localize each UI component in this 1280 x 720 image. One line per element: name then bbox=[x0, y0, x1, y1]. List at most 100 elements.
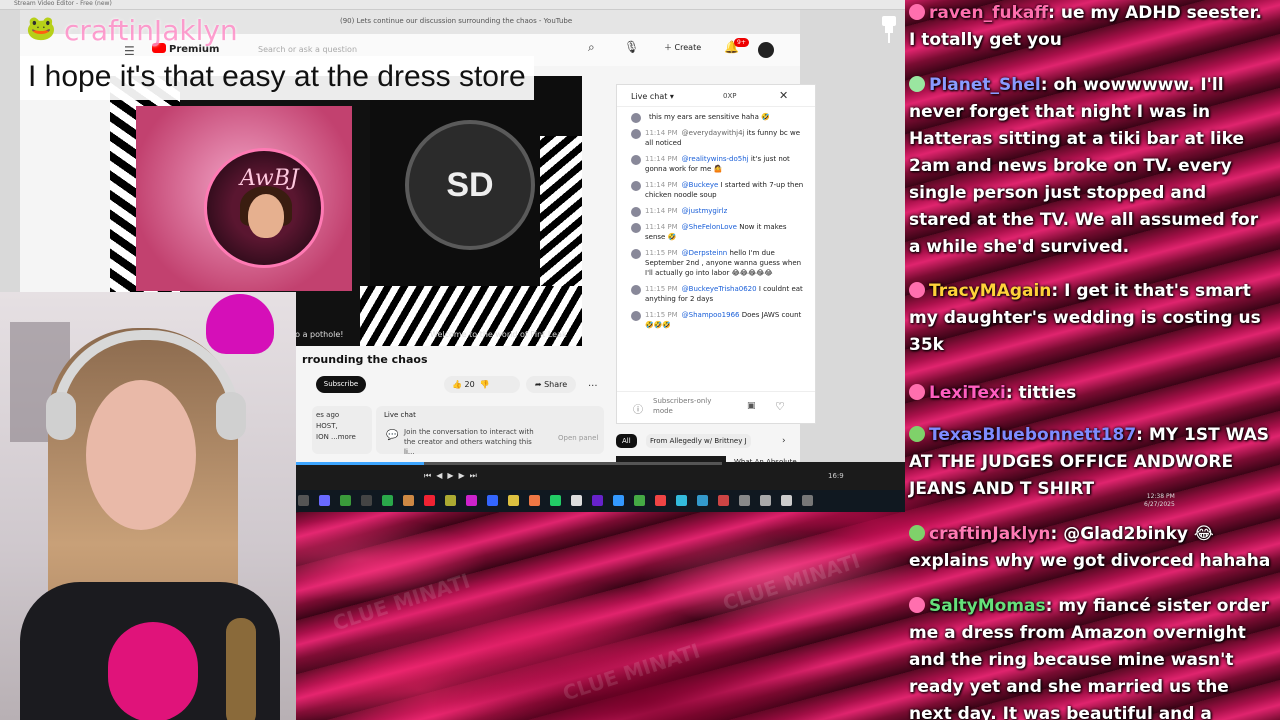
message-time: 11:14 PM bbox=[645, 129, 678, 137]
sd-logo-text: SD bbox=[446, 165, 494, 204]
taskbar-app-icon[interactable] bbox=[445, 495, 456, 506]
message-user[interactable]: @everydaywithj4j bbox=[682, 129, 745, 137]
taskbar-app-icon[interactable] bbox=[676, 495, 687, 506]
microphone-icon[interactable]: 🎙 bbox=[624, 40, 639, 54]
chip-all[interactable]: All bbox=[616, 434, 637, 448]
taskbar-app-icon[interactable] bbox=[739, 495, 750, 506]
user-avatar bbox=[631, 311, 641, 321]
chip-allegedly[interactable]: From Allegedly w/ Brittney J bbox=[646, 434, 751, 448]
recommendation-chips: All From Allegedly w/ Brittney J › bbox=[616, 434, 816, 450]
info-icon[interactable]: ⓘ bbox=[633, 401, 643, 416]
awbj-panel: AwBJ bbox=[136, 106, 352, 291]
notification-badge: 9+ bbox=[734, 38, 749, 47]
message-time: 11:14 PM bbox=[645, 223, 678, 231]
message-time: 11:14 PM bbox=[645, 155, 678, 163]
chat-username[interactable]: TracyMAgain bbox=[929, 281, 1051, 301]
taskbar-app-icon[interactable] bbox=[571, 495, 582, 506]
user-badge-icon bbox=[909, 426, 925, 442]
chat-message: TexasBluebonnett187: MY 1ST WAS AT THE J… bbox=[909, 422, 1273, 503]
taskbar-app-icon[interactable] bbox=[319, 495, 330, 506]
live-chat-message: 11:15 PM @BuckeyeTrisha0620 I couldnt eat… bbox=[617, 281, 815, 307]
live-chat-title[interactable]: Live chat ▾ bbox=[631, 92, 674, 101]
chat-username[interactable]: TexasBluebonnett187 bbox=[929, 425, 1136, 445]
chat-username[interactable]: raven_fukaff bbox=[929, 3, 1048, 23]
user-avatar bbox=[631, 207, 641, 217]
live-chat-message: 11:15 PM @Derpsteinn hello I'm due Septem… bbox=[617, 245, 815, 281]
taskbar-app-icon[interactable] bbox=[655, 495, 666, 506]
live-chat-message: 11:14 PM @realitywins-do5hj it's just not… bbox=[617, 151, 815, 177]
share-icon: ➦ bbox=[534, 380, 542, 389]
progress-bar[interactable] bbox=[296, 462, 722, 465]
message-time: 11:15 PM bbox=[645, 285, 678, 293]
message-user[interactable]: @Derpsteinn bbox=[682, 249, 728, 257]
taskbar-app-icon[interactable] bbox=[298, 495, 309, 506]
live-chat-footer: ⓘ Subscribers-only mode ▣ ♡ bbox=[617, 391, 815, 423]
chat-username[interactable]: LexiTexi bbox=[929, 383, 1006, 403]
taskbar-app-icon[interactable] bbox=[361, 495, 372, 506]
browser-tab[interactable]: (90) Lets continue our discussion surrou… bbox=[340, 17, 572, 25]
taskbar-app-icon[interactable] bbox=[718, 495, 729, 506]
sd-avatar-circle: SD bbox=[405, 120, 535, 250]
microphone-cover bbox=[108, 622, 198, 720]
live-chat-card: Live chat 💬 Join the conversation to int… bbox=[376, 406, 604, 456]
live-chat-card-title: Live chat bbox=[384, 411, 416, 419]
awbj-logo-text: AwBJ bbox=[240, 166, 299, 191]
live-chat-header: Live chat ▾ 0XP ✕ bbox=[617, 85, 815, 107]
headphone-ear-right bbox=[216, 392, 246, 440]
taskbar-app-icon[interactable] bbox=[550, 495, 561, 506]
taskbar-app-icon[interactable] bbox=[424, 495, 435, 506]
chevron-right-icon[interactable]: › bbox=[782, 436, 786, 446]
share-label: Share bbox=[544, 380, 568, 389]
taskbar-app-icon[interactable] bbox=[592, 495, 603, 506]
taskbar-app-icon[interactable] bbox=[508, 495, 519, 506]
taskbar-app-icon[interactable] bbox=[634, 495, 645, 506]
user-badge-icon bbox=[909, 4, 925, 20]
share-button[interactable]: ➦ Share bbox=[526, 376, 576, 393]
chat-username[interactable]: SaltyMomas bbox=[929, 596, 1046, 616]
chat-text: : titties bbox=[1005, 383, 1077, 403]
message-user[interactable]: @justmygirlz bbox=[682, 207, 728, 215]
aspect-ratio-label[interactable]: 16:9 bbox=[828, 472, 844, 480]
more-options-button[interactable]: ... bbox=[588, 378, 598, 389]
webcam-feed bbox=[0, 292, 296, 720]
account-avatar[interactable] bbox=[758, 42, 774, 58]
message-user[interactable]: @BuckeyeTrisha0620 bbox=[682, 285, 757, 293]
window-title: Stream Video Editor - Free (new) bbox=[14, 0, 112, 7]
search-icon[interactable]: ⌕ bbox=[588, 40, 595, 55]
heart-icon[interactable]: ♡ bbox=[775, 400, 785, 413]
live-chat-card-text: Join the conversation to interact with t… bbox=[404, 428, 534, 456]
open-panel-button[interactable]: Open panel bbox=[558, 434, 598, 442]
super-chat-icon[interactable]: ▣ bbox=[747, 401, 756, 411]
chat-username[interactable]: craftinJaklyn bbox=[929, 524, 1051, 544]
message-user[interactable]: @Shampoo1966 bbox=[682, 311, 740, 319]
pink-wig-prop bbox=[206, 294, 274, 354]
xp-badge[interactable]: 0XP bbox=[723, 92, 736, 100]
live-chat-message: 11:14 PM @SheFelonLove Now it makes sense… bbox=[617, 219, 815, 245]
taskbar-app-icon[interactable] bbox=[781, 495, 792, 506]
taskbar-app-icon[interactable] bbox=[382, 495, 393, 506]
chat-username[interactable]: Planet_Shel bbox=[929, 75, 1041, 95]
close-icon[interactable]: ✕ bbox=[779, 89, 788, 102]
description-box[interactable]: es ago HOST, ION ...more bbox=[312, 406, 372, 454]
taskbar-app-icon[interactable] bbox=[340, 495, 351, 506]
taskbar-app-icon[interactable] bbox=[487, 495, 498, 506]
subscribe-button[interactable]: Subscribe bbox=[316, 376, 366, 393]
taskbar-app-icon[interactable] bbox=[613, 495, 624, 506]
taskbar-app-icon[interactable] bbox=[697, 495, 708, 506]
taskbar-app-icon[interactable] bbox=[403, 495, 414, 506]
thumbs-up-icon: 👍 bbox=[452, 380, 462, 389]
taskbar-app-icon[interactable] bbox=[802, 495, 813, 506]
taskbar-app-icon[interactable] bbox=[760, 495, 771, 506]
thumbs-down-icon[interactable]: 👎 bbox=[480, 380, 490, 389]
message-user[interactable]: @Buckeye bbox=[682, 181, 719, 189]
chat-message: Planet_Shel: oh wowwwww. I'll never forg… bbox=[909, 72, 1273, 261]
message-user[interactable]: @realitywins-do5hj bbox=[682, 155, 749, 163]
taskbar-app-icon[interactable] bbox=[466, 495, 477, 506]
message-user[interactable]: @SheFelonLove bbox=[682, 223, 737, 231]
create-button[interactable]: ＋ Create bbox=[664, 42, 701, 53]
like-button[interactable]: 👍 20 👎 bbox=[444, 376, 520, 393]
playback-controls[interactable]: ⏮◀▶▶⏭ bbox=[424, 471, 482, 481]
taskbar-app-icon[interactable] bbox=[529, 495, 540, 506]
live-chat-message: 11:15 PM @Shampoo1966 Does JAWS count 🤣🤣🤣 bbox=[617, 307, 815, 333]
chat-message: raven_fukaff: ue my ADHD seester. I tota… bbox=[909, 0, 1273, 54]
